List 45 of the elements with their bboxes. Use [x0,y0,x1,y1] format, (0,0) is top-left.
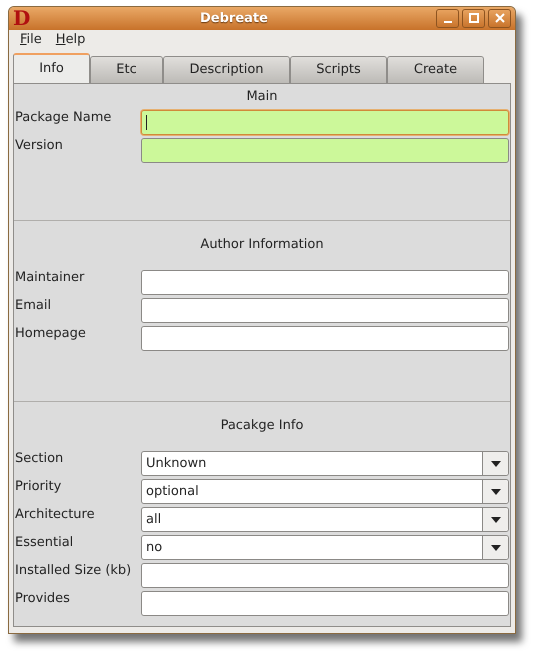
section-heading: Pacakge Info [220,416,304,434]
maximize-icon [468,13,478,24]
minimize-icon [444,20,452,23]
tab[interactable]: Info [13,52,90,82]
input-field[interactable] [141,591,509,616]
app-logo: D [13,8,32,28]
tab[interactable]: Scripts [290,56,387,82]
input-field[interactable] [141,270,509,295]
field-label: Priority [15,479,62,495]
input-field[interactable] [141,110,509,135]
dropdown[interactable]: optional [141,479,509,504]
tab[interactable]: Create [387,56,484,82]
input-field[interactable] [141,563,509,588]
menu-item[interactable]: Help [48,30,92,50]
field-label: Package Name [15,110,112,126]
dropdown[interactable]: all [141,507,509,532]
tab[interactable]: Description [163,56,290,82]
field-label: Homepage [15,326,87,342]
input-field[interactable] [141,298,509,323]
dropdown-arrow-icon [490,460,500,466]
dropdown-arrow-icon [490,488,500,494]
field-label: Section [15,451,64,467]
field-label: Version [15,138,64,154]
field-label: Architecture [15,507,96,523]
field-label: Essential [15,535,74,551]
window-title: Debreate [199,10,269,28]
section-heading: Main [245,88,279,106]
dropdown[interactable]: no [141,535,509,560]
input-field[interactable] [141,326,509,351]
dropdown-arrow-icon [490,544,500,550]
field-label: Installed Size (kb) [15,563,132,579]
text-cursor [146,115,147,130]
tab[interactable]: Etc [90,56,163,82]
dropdown[interactable]: Unknown [141,451,509,476]
input-field[interactable] [141,138,509,163]
close-button[interactable] [488,8,511,28]
minimize-button[interactable] [436,8,459,28]
section-heading: Author Information [199,236,325,254]
maximize-button[interactable] [462,8,485,28]
close-icon [494,13,504,24]
dropdown-arrow-icon [490,516,500,522]
menu-item[interactable]: File [13,30,49,50]
field-label: Email [15,298,52,314]
field-label: Maintainer [15,270,86,286]
field-label: Provides [15,591,71,607]
